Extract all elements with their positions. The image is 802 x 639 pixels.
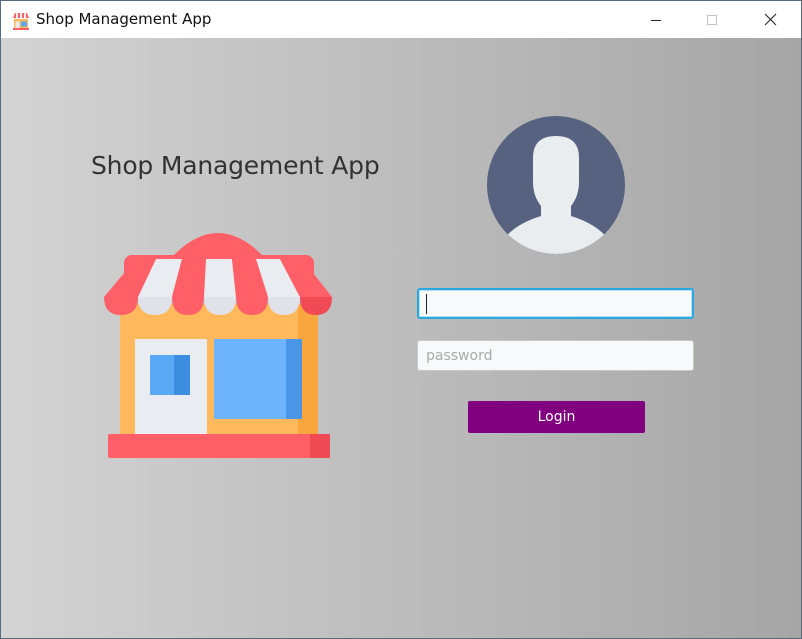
text-caret [426, 294, 427, 314]
maximize-icon [707, 14, 717, 25]
title-bar: Shop Management App [1, 1, 801, 38]
minimize-icon [651, 19, 661, 21]
close-button[interactable] [747, 1, 793, 38]
maximize-button[interactable] [689, 1, 735, 38]
user-avatar-icon [487, 116, 625, 254]
app-heading: Shop Management App [91, 151, 380, 180]
username-field[interactable] [417, 288, 694, 319]
window-title: Shop Management App [36, 10, 212, 28]
login-button[interactable]: Login [468, 401, 645, 433]
password-field[interactable] [417, 340, 694, 371]
close-icon [764, 13, 776, 26]
minimize-button[interactable] [633, 1, 679, 38]
shop-icon [13, 13, 29, 30]
storefront-icon [104, 233, 332, 458]
app-window: Shop Management App Shop Management App [0, 0, 802, 639]
login-panel: Shop Management App Login [1, 38, 801, 638]
